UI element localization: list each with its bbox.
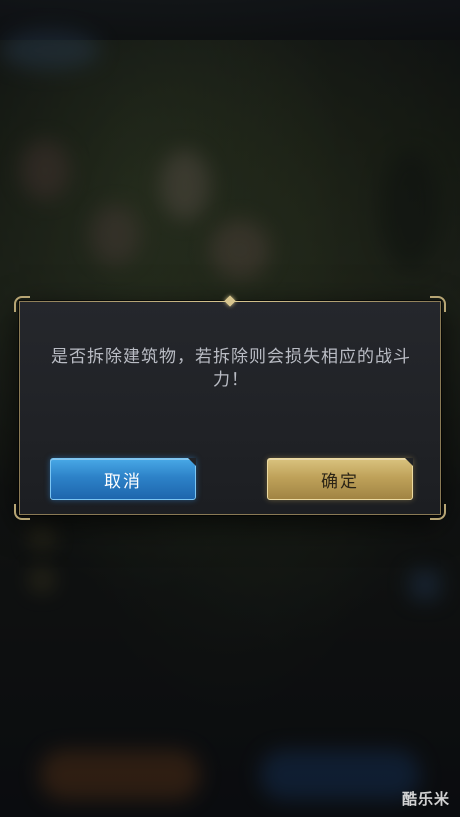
corner-ornament-icon [430,296,446,312]
cancel-button[interactable]: 取消 [50,458,196,500]
corner-ornament-icon [14,296,30,312]
corner-ornament-icon [14,504,30,520]
cancel-button-label: 取消 [104,471,142,492]
confirm-button-label: 确定 [321,471,359,492]
game-screen: 是否拆除建筑物，若拆除则会损失相应的战斗力！ 取消 确定 酷乐米 [0,0,460,817]
watermark-logo: 酷乐米 [401,790,450,808]
corner-ornament-icon [430,504,446,520]
button-corner-cut [405,458,413,466]
demolish-confirm-dialog: 是否拆除建筑物，若拆除则会损失相应的战斗力！ 取消 确定 [14,295,446,520]
confirm-button[interactable]: 确定 [267,458,413,500]
dialog-message: 是否拆除建筑物，若拆除则会损失相应的战斗力！ [51,347,411,390]
button-corner-cut [188,458,196,466]
